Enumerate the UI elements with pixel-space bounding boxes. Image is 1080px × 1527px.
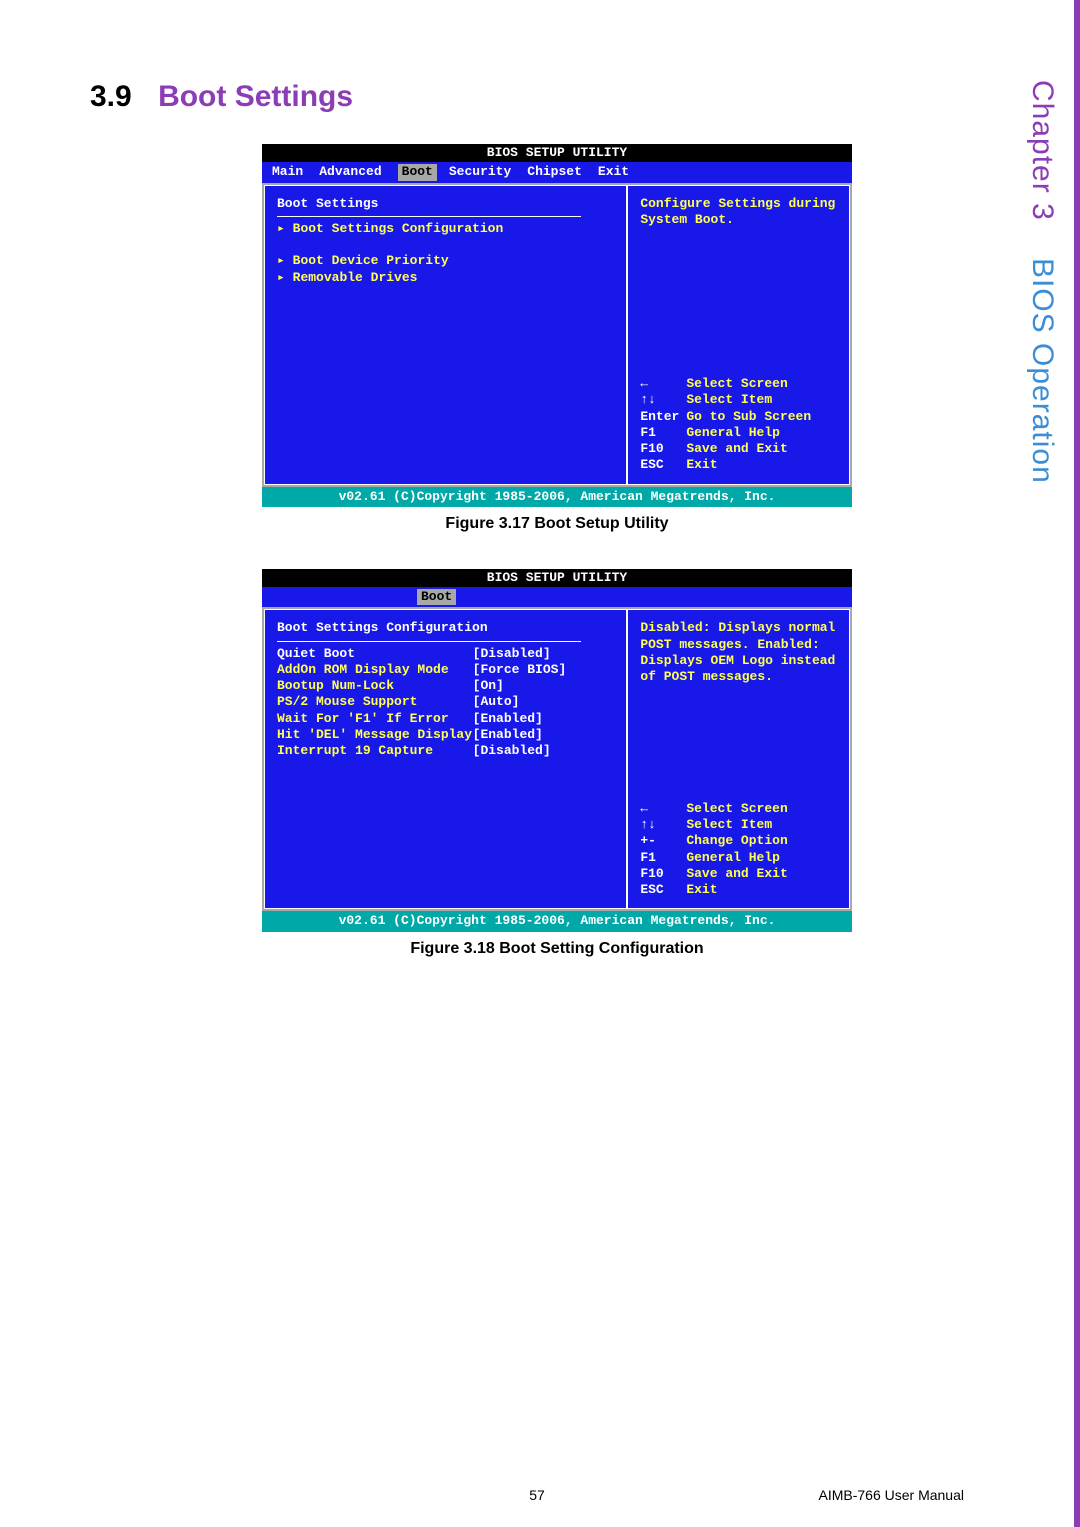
page-number: 57: [529, 1487, 545, 1503]
tab-advanced: Advanced: [319, 164, 397, 180]
bios-footer: v02.61 (C)Copyright 1985-2006, American …: [262, 487, 852, 507]
menu-item: ▸ Boot Device Priority: [277, 253, 614, 269]
heading-number: 3.9: [90, 80, 132, 113]
key-row: ←Select Screen: [640, 376, 837, 392]
bios-tab-bar: Boot: [262, 587, 852, 607]
bios-right-pane: Configure Settings during System Boot. ←…: [627, 185, 850, 485]
tab-exit: Exit: [598, 164, 645, 180]
key-row: ↑↓Select Item: [640, 817, 837, 833]
bios-right-pane: Disabled: Displays normal POST messages.…: [627, 609, 850, 909]
side-heading: Chapter 3 BIOS Operation: [1025, 80, 1059, 484]
key-row: ESCExit: [640, 882, 837, 898]
divider: [277, 641, 581, 642]
config-row: AddOn ROM Display Mode[Force BIOS]: [277, 662, 614, 678]
bios-section-title: Boot Settings: [277, 196, 614, 212]
tab-chipset: Chipset: [527, 164, 598, 180]
menu-item: ▸ Removable Drives: [277, 270, 614, 286]
config-row: Bootup Num-Lock[On]: [277, 678, 614, 694]
submenu-arrow-icon: ▸: [277, 253, 293, 268]
tab-main: Main: [272, 164, 319, 180]
submenu-arrow-icon: ▸: [277, 270, 293, 285]
config-row: Hit 'DEL' Message Display[Enabled]: [277, 727, 614, 743]
config-row: Interrupt 19 Capture[Disabled]: [277, 743, 614, 759]
key-row: ←Select Screen: [640, 801, 837, 817]
side-section: BIOS Operation: [1025, 258, 1059, 484]
key-help: ←Select Screen ↑↓Select Item +-Change Op…: [640, 801, 837, 899]
help-text: Disabled: Displays normal POST messages.…: [640, 620, 837, 685]
bios-left-pane: Boot Settings ▸ Boot Settings Configurat…: [264, 185, 627, 485]
bios-tab-bar: Main Advanced Boot Security Chipset Exit: [262, 162, 852, 182]
menu-item: ▸ Boot Settings Configuration: [277, 221, 614, 237]
config-row: Wait For 'F1' If Error[Enabled]: [277, 711, 614, 727]
bios-figure-2: BIOS SETUP UTILITY Boot Boot Settings Co…: [262, 569, 852, 932]
bios-body: Boot Settings ▸ Boot Settings Configurat…: [262, 183, 852, 487]
config-row: Quiet Boot[Disabled]: [277, 646, 614, 662]
bios-window: BIOS SETUP UTILITY Main Advanced Boot Se…: [262, 144, 852, 507]
key-row: F10Save and Exit: [640, 866, 837, 882]
side-chapter: Chapter 3: [1026, 80, 1059, 221]
bios-section-title: Boot Settings Configuration: [277, 620, 614, 636]
bios-figure-1: BIOS SETUP UTILITY Main Advanced Boot Se…: [262, 144, 852, 507]
config-row: PS/2 Mouse Support[Auto]: [277, 694, 614, 710]
document-page: Chapter 3 BIOS Operation 3.9 Boot Settin…: [0, 0, 1080, 1527]
key-row: EnterGo to Sub Screen: [640, 409, 837, 425]
divider: [277, 216, 581, 217]
bios-title: BIOS SETUP UTILITY: [262, 569, 852, 587]
key-help: ←Select Screen ↑↓Select Item EnterGo to …: [640, 376, 837, 474]
key-row: F1General Help: [640, 850, 837, 866]
key-row: +-Change Option: [640, 833, 837, 849]
key-row: ESCExit: [640, 457, 837, 473]
bios-left-pane: Boot Settings Configuration Quiet Boot[D…: [264, 609, 627, 909]
key-row: ↑↓Select Item: [640, 392, 837, 408]
submenu-arrow-icon: ▸: [277, 221, 293, 236]
bios-body: Boot Settings Configuration Quiet Boot[D…: [262, 607, 852, 911]
bios-footer: v02.61 (C)Copyright 1985-2006, American …: [262, 911, 852, 931]
section-heading: 3.9 Boot Settings: [90, 80, 1024, 114]
bios-title: BIOS SETUP UTILITY: [262, 144, 852, 162]
help-text: Configure Settings during System Boot.: [640, 196, 837, 229]
key-row: F10Save and Exit: [640, 441, 837, 457]
tab-boot: Boot: [417, 589, 456, 605]
tab-boot: Boot: [398, 164, 437, 180]
figure-caption: Figure 3.18 Boot Setting Configuration: [90, 940, 1024, 958]
key-row: F1General Help: [640, 425, 837, 441]
figure-caption: Figure 3.17 Boot Setup Utility: [90, 515, 1024, 533]
tab-security: Security: [449, 164, 527, 180]
heading-title: Boot Settings: [158, 80, 353, 113]
manual-title: AIMB-766 User Manual: [818, 1487, 964, 1503]
bios-window: BIOS SETUP UTILITY Boot Boot Settings Co…: [262, 569, 852, 932]
